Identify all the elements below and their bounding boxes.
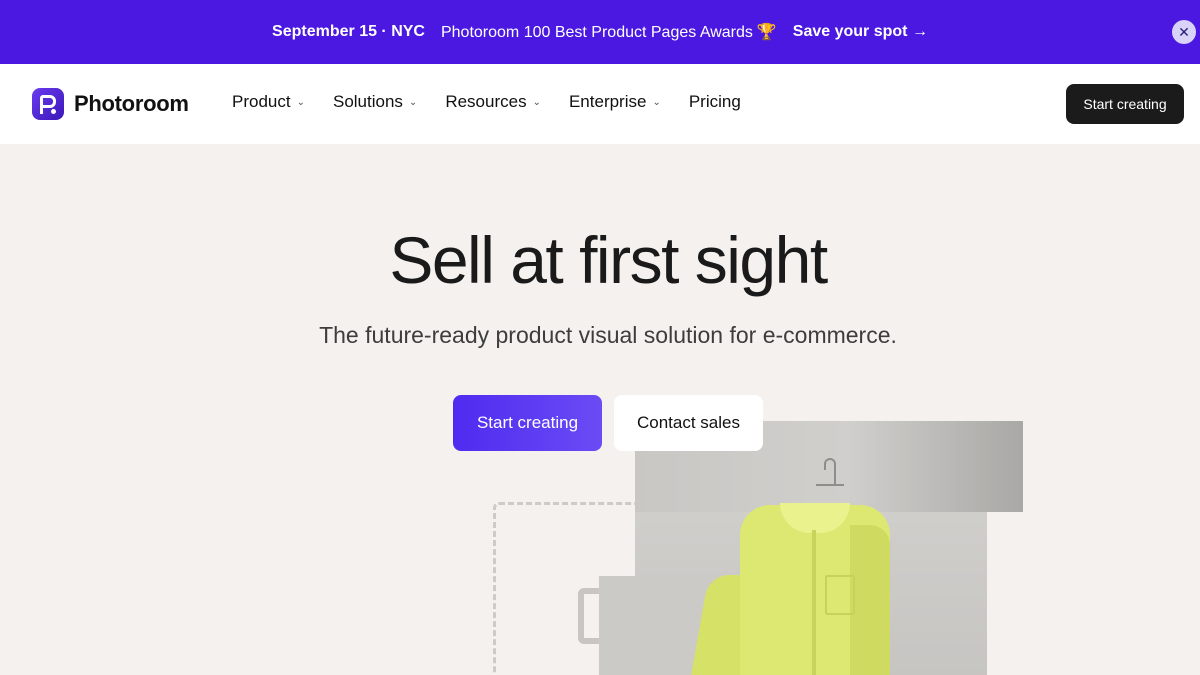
chevron-down-icon: ⌄: [296, 96, 305, 108]
photoroom-logo-icon: [32, 88, 64, 120]
close-icon[interactable]: ✕: [1172, 20, 1196, 44]
hero-title: Sell at first sight: [389, 223, 828, 297]
main-nav: Photoroom Product ⌄ Solutions ⌄ Resource…: [0, 64, 1200, 144]
logo[interactable]: Photoroom: [32, 88, 189, 120]
nav-menu: Product ⌄ Solutions ⌄ Resources ⌄ Enterp…: [232, 92, 769, 112]
nav-start-creating-button[interactable]: Start creating: [1066, 84, 1184, 124]
nav-item-enterprise[interactable]: Enterprise ⌄: [569, 92, 661, 112]
trophy-icon: 🏆: [756, 24, 777, 41]
chevron-down-icon: ⌄: [408, 96, 418, 108]
nav-item-product[interactable]: Product ⌄: [232, 92, 305, 112]
yellow-shirt-image: [691, 503, 890, 675]
hero-subtitle: The future-ready product visual solution…: [319, 322, 897, 348]
nav-item-label: Pricing: [688, 92, 741, 111]
nav-item-resources[interactable]: Resources ⌄: [445, 92, 541, 112]
contact-sales-button[interactable]: Contact sales: [614, 395, 763, 451]
chevron-down-icon: ⌄: [532, 96, 541, 108]
nav-item-label: Enterprise: [568, 92, 647, 111]
nav-item-label: Product: [232, 92, 291, 111]
chevron-down-icon: ⌄: [652, 96, 661, 108]
start-creating-button[interactable]: Start creating: [453, 395, 602, 451]
nav-item-solutions[interactable]: Solutions ⌄: [333, 92, 417, 112]
hanger-icon: [816, 458, 844, 498]
nav-item-pricing[interactable]: Pricing: [689, 92, 741, 112]
nav-item-label: Resources: [445, 92, 527, 111]
logo-text: Photoroom: [74, 91, 189, 116]
nav-item-label: Solutions: [332, 92, 403, 111]
save-your-spot-link[interactable]: Save your spot →: [793, 23, 928, 41]
announcement-banner: September 15 · NYC Photoroom 100 Best Pr…: [0, 0, 1200, 64]
banner-award-text: Photoroom 100 Best Product Pages Awards 🏆: [440, 24, 777, 41]
banner-date: September 15 · NYC: [272, 23, 425, 40]
